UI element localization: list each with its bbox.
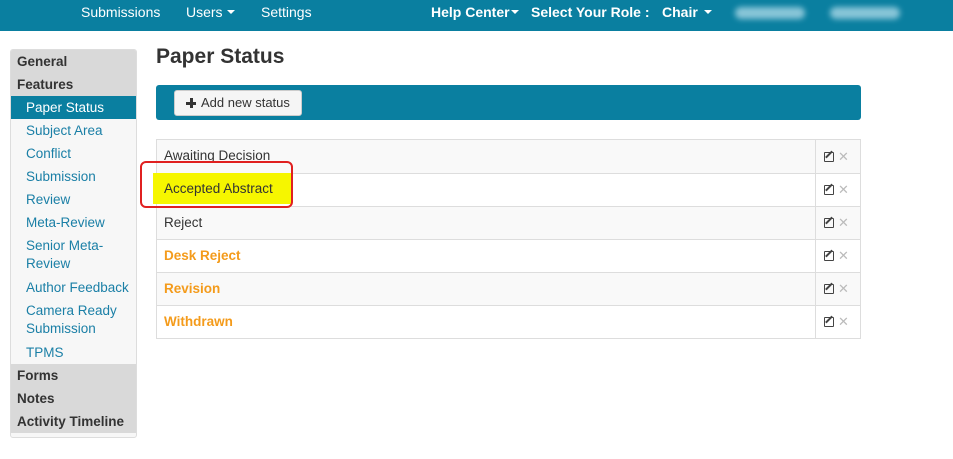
delete-icon[interactable]: ✕ bbox=[838, 315, 849, 328]
status-name: Desk Reject bbox=[157, 240, 816, 272]
row-actions: ✕ bbox=[816, 240, 860, 272]
edit-icon[interactable] bbox=[824, 251, 834, 261]
page-title: Paper Status bbox=[156, 45, 285, 68]
annotation-box bbox=[140, 161, 293, 208]
nav-users[interactable]: Users bbox=[186, 0, 235, 26]
nav-submissions[interactable]: Submissions bbox=[81, 0, 160, 26]
status-toolbar: Add new status bbox=[156, 85, 861, 120]
table-row: Reject ✕ bbox=[157, 206, 860, 239]
nav-help-center[interactable]: Help Center bbox=[431, 0, 519, 26]
sidebar-item-submission[interactable]: Submission bbox=[11, 165, 136, 188]
edit-icon[interactable] bbox=[824, 185, 834, 195]
role-value: Chair bbox=[662, 4, 698, 20]
add-new-status-label: Add new status bbox=[201, 95, 290, 110]
add-new-status-button[interactable]: Add new status bbox=[174, 90, 302, 116]
nav-help-center-label: Help Center bbox=[431, 4, 510, 20]
sidebar-item-paper-status[interactable]: Paper Status bbox=[11, 96, 136, 119]
edit-icon[interactable] bbox=[824, 317, 834, 327]
table-row: Withdrawn ✕ bbox=[157, 305, 860, 338]
sidebar-item-conflict[interactable]: Conflict bbox=[11, 142, 136, 165]
sidebar-item-tpms[interactable]: TPMS bbox=[11, 341, 136, 364]
plus-icon bbox=[186, 98, 196, 108]
table-row: Desk Reject ✕ bbox=[157, 239, 860, 272]
blurred-user-name[interactable] bbox=[735, 7, 805, 19]
sidebar-notes[interactable]: Notes bbox=[11, 387, 136, 410]
delete-icon[interactable]: ✕ bbox=[838, 216, 849, 229]
table-row: Revision ✕ bbox=[157, 272, 860, 305]
caret-down-icon bbox=[703, 10, 712, 15]
sidebar-features[interactable]: Features bbox=[11, 73, 136, 96]
delete-icon[interactable]: ✕ bbox=[838, 150, 849, 163]
row-actions: ✕ bbox=[816, 306, 860, 338]
role-label: Select Your Role : bbox=[531, 4, 650, 20]
sidebar-item-senior-meta-review[interactable]: Senior Meta-Review bbox=[11, 234, 136, 276]
blurred-account-menu[interactable] bbox=[830, 7, 900, 19]
row-actions: ✕ bbox=[816, 140, 860, 173]
sidebar-item-author-feedback[interactable]: Author Feedback bbox=[11, 276, 136, 299]
delete-icon[interactable]: ✕ bbox=[838, 282, 849, 295]
status-name: Revision bbox=[157, 273, 816, 305]
status-name: Reject bbox=[157, 207, 816, 239]
row-actions: ✕ bbox=[816, 207, 860, 239]
delete-icon[interactable]: ✕ bbox=[838, 249, 849, 262]
sidebar-item-review[interactable]: Review bbox=[11, 188, 136, 211]
edit-icon[interactable] bbox=[824, 218, 834, 228]
row-actions: ✕ bbox=[816, 174, 860, 206]
delete-icon[interactable]: ✕ bbox=[838, 183, 849, 196]
top-navbar: Submissions Users Settings Help Center S… bbox=[0, 0, 953, 31]
nav-settings[interactable]: Settings bbox=[261, 0, 312, 26]
sidebar-item-camera-ready[interactable]: Camera Ready Submission bbox=[11, 299, 136, 341]
caret-down-icon bbox=[226, 10, 235, 15]
nav-users-label: Users bbox=[186, 4, 223, 20]
sidebar-general[interactable]: General bbox=[11, 50, 136, 73]
row-actions: ✕ bbox=[816, 273, 860, 305]
sidebar: General Features Paper Status Subject Ar… bbox=[10, 49, 137, 438]
sidebar-item-meta-review[interactable]: Meta-Review bbox=[11, 211, 136, 234]
sidebar-item-subject-area[interactable]: Subject Area bbox=[11, 119, 136, 142]
caret-down-icon bbox=[510, 10, 519, 15]
edit-icon[interactable] bbox=[824, 151, 834, 162]
role-selector[interactable]: Chair bbox=[662, 0, 712, 26]
sidebar-activity-timeline[interactable]: Activity Timeline bbox=[11, 410, 136, 433]
status-name: Withdrawn bbox=[157, 306, 816, 338]
sidebar-forms[interactable]: Forms bbox=[11, 364, 136, 387]
edit-icon[interactable] bbox=[824, 284, 834, 294]
